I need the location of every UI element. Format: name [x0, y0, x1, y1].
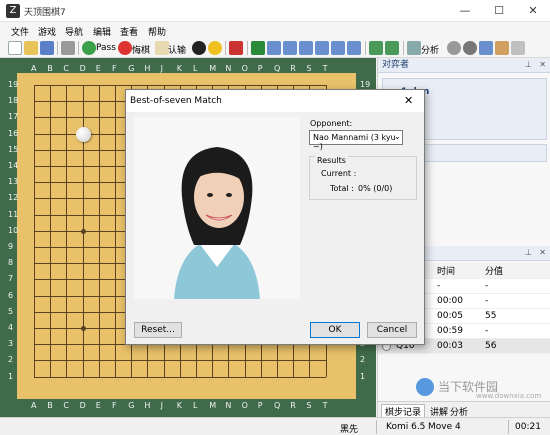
last-move-icon[interactable]: [347, 41, 361, 55]
reset-button[interactable]: Reset...: [134, 322, 182, 338]
results-label: Results: [315, 156, 348, 165]
col-score: 分值: [481, 263, 550, 279]
close-window-button[interactable]: ✕: [516, 0, 550, 22]
match-dialog: Best-of-seven Match ✕ Opponent: Nao Mann…: [125, 89, 425, 345]
menu-navigate[interactable]: 导航: [65, 25, 83, 38]
moves-close-icon[interactable]: ✕: [539, 248, 546, 257]
komi-status: Komi 6.5: [386, 422, 426, 432]
dialog-close-icon[interactable]: ✕: [404, 94, 413, 107]
total-label: Total :: [330, 184, 354, 193]
black-stone-icon[interactable]: [192, 41, 206, 55]
opponent-label: Opponent:: [310, 119, 353, 128]
results-group: Results Current : Total : 0% (0/0): [309, 156, 417, 200]
window-title: 天顶围棋7: [24, 8, 66, 18]
menu-edit[interactable]: 编辑: [93, 25, 111, 38]
new-game-icon[interactable]: [8, 41, 22, 55]
open-folder-icon[interactable]: [24, 41, 38, 55]
dialog-title-bar: Best-of-seven Match ✕: [126, 90, 424, 112]
branch-down-icon[interactable]: [385, 41, 399, 55]
menu-bar: 文件 游戏 导航 编辑 查看 帮助: [0, 22, 550, 39]
window-icon[interactable]: [479, 41, 493, 55]
undo-icon[interactable]: [118, 41, 132, 55]
print-icon[interactable]: [61, 41, 75, 55]
menu-file[interactable]: 文件: [11, 25, 29, 38]
pass-button[interactable]: Pass: [96, 43, 116, 53]
back-icon[interactable]: [299, 41, 313, 55]
pin-icon[interactable]: ⊥: [525, 60, 532, 69]
branch-up-icon[interactable]: [369, 41, 383, 55]
score-icon[interactable]: [229, 41, 243, 55]
resign-icon[interactable]: [155, 41, 169, 55]
status-bar: 黑先 Komi 6.5 Move 4 00:21: [0, 417, 550, 435]
panel-tab-bar: 棋步记录 讲解 分析: [378, 401, 550, 419]
current-label: Current :: [321, 169, 357, 178]
menu-help[interactable]: 帮助: [148, 25, 166, 38]
first-move-icon[interactable]: [267, 41, 281, 55]
dialog-title: Best-of-seven Match: [130, 96, 222, 106]
title-bar: Z 天顶围棋7 — ☐ ✕: [0, 0, 550, 22]
watermark-logo-icon: [416, 378, 434, 396]
analyze-icon[interactable]: [407, 41, 421, 55]
clock-status: 00:21: [515, 422, 541, 432]
analyze-button[interactable]: 分析: [421, 43, 439, 56]
col-time: 时间: [433, 263, 481, 279]
search-icon[interactable]: [463, 41, 477, 55]
settings-icon[interactable]: [511, 41, 525, 55]
moves-pin-icon[interactable]: ⊥: [525, 248, 532, 257]
total-value: 0% (0/0): [358, 184, 393, 193]
forward-five-icon[interactable]: [331, 41, 345, 55]
menu-game[interactable]: 游戏: [38, 25, 56, 38]
undo-button[interactable]: 悔棋: [132, 43, 150, 56]
toolbar: Pass 悔棋 认输 分析: [0, 39, 550, 58]
hint-bulb-icon[interactable]: [208, 41, 222, 55]
minimize-button[interactable]: —: [448, 0, 482, 22]
app-logo-icon: Z: [6, 4, 20, 18]
pass-icon[interactable]: [82, 41, 96, 55]
tool-icon[interactable]: [495, 41, 509, 55]
back-five-icon[interactable]: [283, 41, 297, 55]
ok-button[interactable]: OK: [310, 322, 360, 338]
opponent-photo: [134, 117, 300, 299]
move-status: Move 4: [428, 422, 461, 432]
opponent-select[interactable]: Nao Mannami (3 kyu ~) ⌄: [309, 130, 403, 151]
maximize-button[interactable]: ☐: [482, 0, 516, 22]
menu-view[interactable]: 查看: [120, 25, 138, 38]
cancel-button[interactable]: Cancel: [367, 322, 417, 338]
forward-icon[interactable]: [315, 41, 329, 55]
resign-button[interactable]: 认输: [168, 43, 186, 56]
watermark: 当下软件园 www.downxia.com: [416, 378, 546, 400]
save-icon[interactable]: [40, 41, 54, 55]
chevron-down-icon: ⌄: [394, 132, 401, 141]
play-icon[interactable]: [251, 41, 265, 55]
to-move-status: 黑先: [340, 425, 359, 435]
close-panel-icon[interactable]: ✕: [539, 60, 546, 69]
stones-icon[interactable]: [447, 41, 461, 55]
